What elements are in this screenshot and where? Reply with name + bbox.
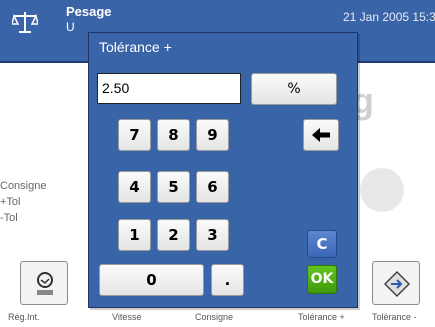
key-6[interactable]: 6 [196, 171, 229, 203]
key-1[interactable]: 1 [118, 219, 151, 251]
softkey-label-tol-plus: Tolérance + [298, 312, 345, 322]
ok-button[interactable]: OK [307, 265, 337, 294]
diamond-arrow-icon [383, 270, 411, 298]
softkey-tol-minus[interactable] [372, 261, 420, 305]
background-label-minus-tol: -Tol [0, 212, 18, 224]
key-decimal-point[interactable]: . [211, 264, 244, 296]
background-gauge [360, 168, 404, 212]
key-2[interactable]: 2 [157, 219, 190, 251]
softkey-label-reg-int: Rég.Int. [8, 312, 40, 322]
key-5[interactable]: 5 [157, 171, 190, 203]
backspace-button[interactable] [303, 119, 339, 151]
dialog-title: Tolérance + [99, 39, 172, 55]
person-weight-icon [37, 272, 53, 295]
key-4[interactable]: 4 [118, 171, 151, 203]
balance-icon [12, 12, 38, 33]
key-3[interactable]: 3 [196, 219, 229, 251]
key-0[interactable]: 0 [99, 264, 204, 296]
softkey-label-tol-minus: Tolérance - [372, 312, 417, 322]
percent-button[interactable]: % [251, 73, 337, 105]
tolerance-dialog: Tolérance + 2.50 % 7 8 9 4 5 6 1 2 3 0 .… [88, 32, 358, 308]
softkey-label-vitesse: Vitesse [112, 312, 142, 322]
clear-button[interactable]: C [307, 230, 337, 258]
softkey-reg-int[interactable] [20, 261, 68, 305]
background-label-plus-tol: +Tol [0, 196, 21, 208]
background-label-consigne: Consigne [0, 180, 47, 192]
datetime: 21 Jan 2005 15:34 [343, 10, 435, 24]
backspace-arrow-icon [312, 128, 330, 142]
softkey-label-consigne: Consigne [195, 312, 234, 322]
value-input[interactable]: 2.50 [97, 73, 241, 104]
app-subtitle: U [66, 20, 75, 34]
key-7[interactable]: 7 [118, 119, 151, 151]
key-8[interactable]: 8 [157, 119, 190, 151]
app-title: Pesage [66, 4, 112, 19]
key-9[interactable]: 9 [196, 119, 229, 151]
